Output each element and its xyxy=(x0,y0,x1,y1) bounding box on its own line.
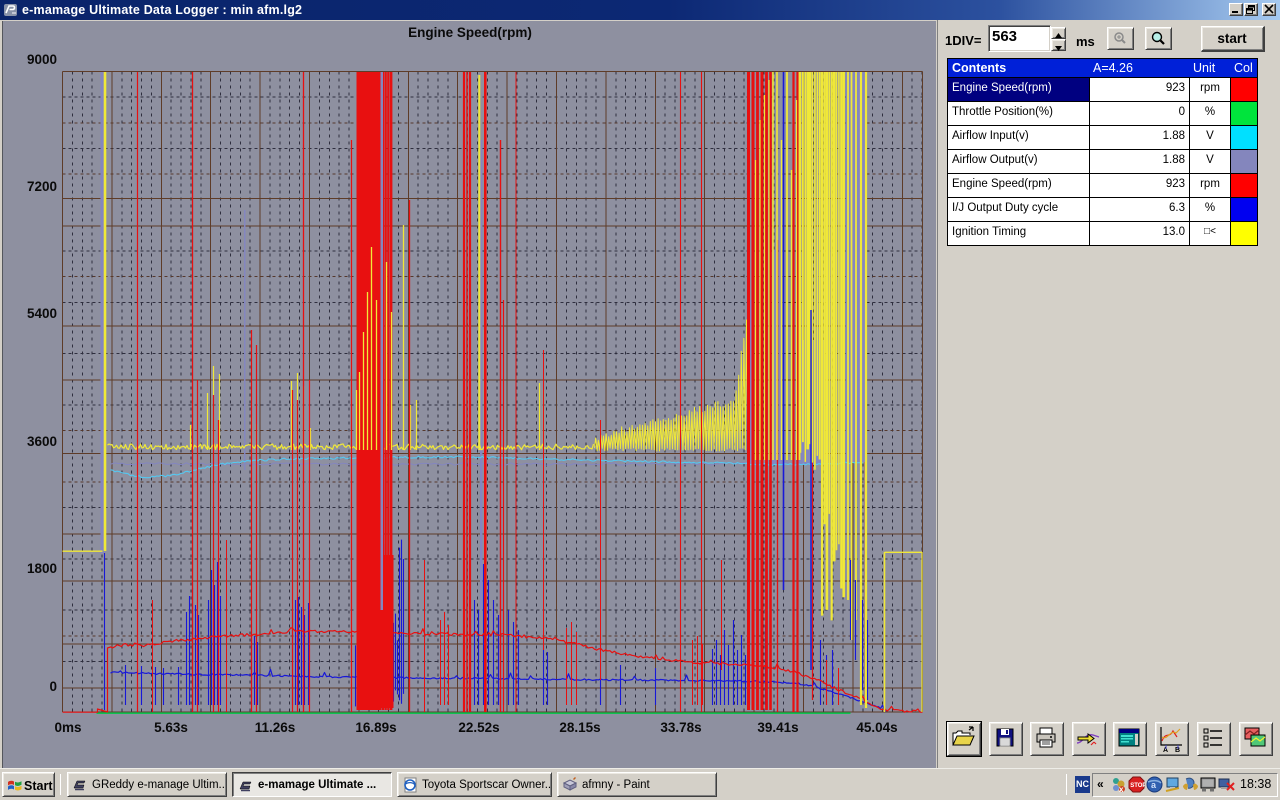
svg-text:STOP: STOP xyxy=(1130,783,1145,789)
svg-text:x: x xyxy=(1119,785,1124,793)
